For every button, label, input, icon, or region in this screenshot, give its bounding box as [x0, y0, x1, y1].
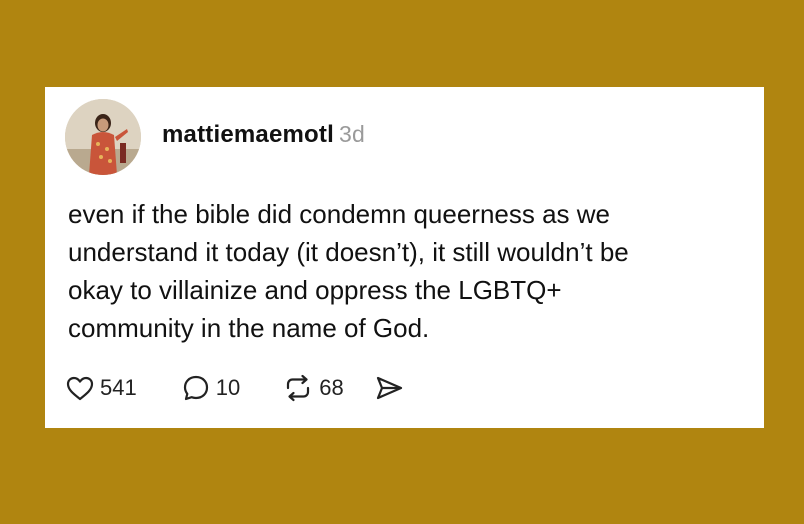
reply-count: 10 [215, 375, 241, 400]
username[interactable]: mattiemaemotl [162, 121, 334, 148]
like-count: 541 [100, 375, 137, 400]
avatar-photo [65, 99, 141, 175]
avatar[interactable] [65, 99, 141, 175]
post-header: mattiemaemotl 3d [162, 121, 365, 149]
like-button[interactable]: 541 [65, 374, 137, 402]
heart-icon [66, 376, 94, 401]
speech-bubble-icon [183, 375, 208, 401]
action-bar: 541 10 68 [65, 370, 404, 406]
post-timestamp: 3d [338, 121, 365, 147]
post-card: mattiemaemotl 3d even if the bible did co… [45, 87, 764, 428]
repost-button[interactable]: 68 [282, 373, 344, 403]
reply-button[interactable]: 10 [181, 373, 240, 403]
share-button[interactable] [374, 374, 404, 402]
repost-arrows-icon [287, 374, 310, 402]
repost-count: 68 [319, 375, 344, 400]
post-text: even if the bible did condemn queerness … [68, 199, 629, 343]
send-icon [376, 376, 402, 400]
